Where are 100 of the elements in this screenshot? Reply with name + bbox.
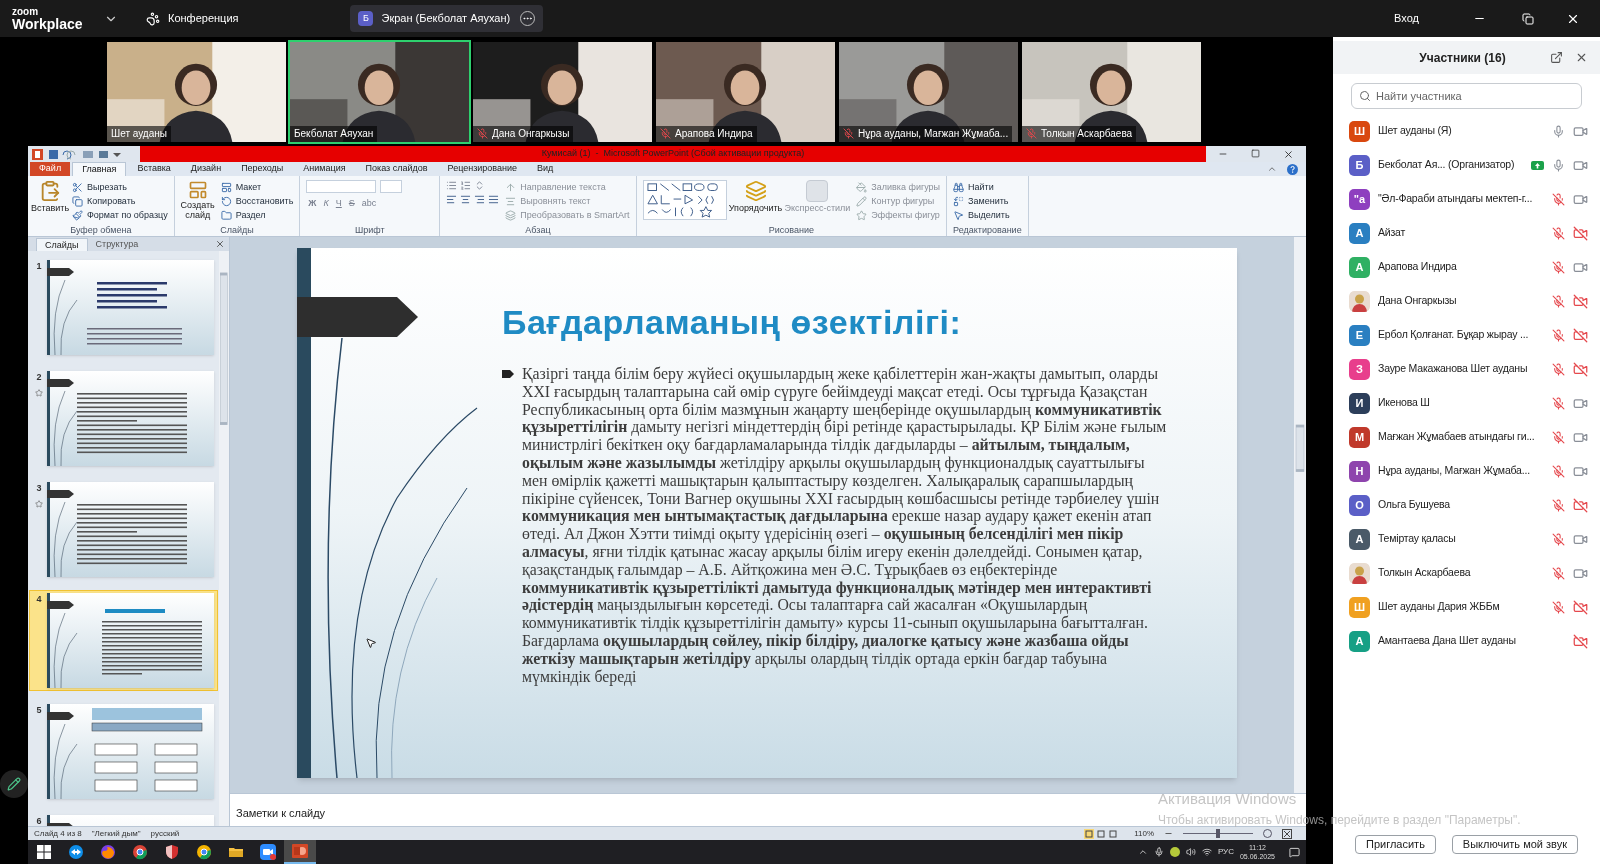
zoom-slider-thumb[interactable] xyxy=(1216,829,1220,838)
participant-row[interactable]: М Мағжан Жұмабаев атындағы ги... xyxy=(1333,420,1600,454)
participant-row[interactable]: И Икенова Ш xyxy=(1333,386,1600,420)
camera-off-icon[interactable] xyxy=(1573,599,1588,615)
font-format-button[interactable]: Ж xyxy=(306,197,319,211)
muted-mic-icon[interactable] xyxy=(1552,532,1565,546)
slide-thumbnail-item[interactable]: 4 xyxy=(29,590,218,691)
select-button[interactable]: Выделить xyxy=(953,208,1010,222)
close-icon[interactable] xyxy=(1575,51,1588,64)
muted-mic-icon[interactable] xyxy=(1552,294,1565,308)
camera-off-icon[interactable] xyxy=(1573,225,1588,241)
new-slide-button[interactable]: Создать слайд xyxy=(180,180,215,224)
search-field[interactable]: Найти участника xyxy=(1351,83,1582,109)
participant-row[interactable]: А Айзат xyxy=(1333,216,1600,250)
slide-thumbnail-item[interactable]: 5 xyxy=(29,701,218,802)
align-center-icon[interactable] xyxy=(460,194,472,205)
restore-icon[interactable] xyxy=(1522,12,1534,25)
align-left-icon[interactable] xyxy=(446,194,458,205)
format-painter-button[interactable]: Формат по образцу xyxy=(72,208,168,222)
camera-off-icon[interactable] xyxy=(1573,293,1588,309)
video-tile[interactable]: Нұра ауданы, Мағжан Жұмаба... xyxy=(837,39,1020,144)
ribbon-tab[interactable]: Переходы xyxy=(232,162,293,176)
slide-thumbnail-item[interactable]: 3 xyxy=(29,479,218,580)
muted-mic-icon[interactable] xyxy=(1552,260,1565,274)
font-size-field[interactable] xyxy=(380,180,403,193)
close-pane-icon[interactable] xyxy=(215,239,225,249)
video-tile[interactable]: Арапова Индира xyxy=(654,39,837,144)
ribbon-tab[interactable]: Рецензирование xyxy=(438,162,527,176)
justify-icon[interactable] xyxy=(488,194,500,205)
slide-thumbnail-item[interactable]: 2 xyxy=(29,368,218,469)
camera-off-icon[interactable] xyxy=(1573,633,1588,649)
camera-off-icon[interactable] xyxy=(1573,497,1588,513)
ribbon-tab[interactable]: Показ слайдов xyxy=(356,162,437,176)
section-button[interactable]: Раздел xyxy=(220,208,294,222)
participant-row[interactable]: Ш Шет ауданы (Я) xyxy=(1333,114,1600,148)
panel-button[interactable]: Пригласить xyxy=(1355,835,1436,854)
participant-row[interactable]: Толкын Аскарбаева xyxy=(1333,556,1600,590)
muted-mic-icon[interactable] xyxy=(1552,600,1565,614)
find-button[interactable]: Найти xyxy=(953,180,1010,194)
pane-tab[interactable]: Структура xyxy=(87,238,147,251)
annotation-button[interactable] xyxy=(0,770,28,798)
reset-button[interactable]: Восстановить xyxy=(220,194,294,208)
participant-row[interactable]: Б Бекболат Ая... (Организатор) xyxy=(1333,148,1600,182)
participant-row[interactable]: А Арапова Индира xyxy=(1333,250,1600,284)
muted-mic-icon[interactable] xyxy=(1552,362,1565,376)
ribbon-tab[interactable]: Дизайн xyxy=(181,162,231,176)
mic-icon[interactable] xyxy=(1153,847,1164,857)
participant-row[interactable]: Е Ербол Қолғанат. Бұқар жырау ... xyxy=(1333,318,1600,352)
pane-tab[interactable]: Слайды xyxy=(36,238,88,251)
slide-thumbnail-item[interactable]: 6 xyxy=(29,812,218,826)
share-pill[interactable]: Б Экран (Бекболат Аяухан) xyxy=(350,5,544,32)
font-format-button[interactable]: S xyxy=(346,197,357,211)
ribbon-tab[interactable]: Главная xyxy=(72,162,127,176)
windows-logo-icon[interactable] xyxy=(37,845,51,859)
muted-mic-icon[interactable] xyxy=(1552,464,1565,478)
muted-mic-icon[interactable] xyxy=(1552,566,1565,580)
video-tile[interactable]: Дана Онгаркызы xyxy=(471,39,654,144)
layout-button[interactable]: Макет xyxy=(220,180,294,194)
participant-row[interactable]: Н Нұра ауданы, Мағжан Жұмаба... xyxy=(1333,454,1600,488)
help-icon[interactable] xyxy=(1287,164,1298,175)
muted-mic-icon[interactable] xyxy=(1552,498,1565,512)
chevron-up-icon[interactable] xyxy=(1137,847,1148,857)
cut-button[interactable]: Вырезать xyxy=(72,180,168,194)
maximize-icon[interactable] xyxy=(1251,148,1260,158)
participant-row[interactable]: А Амантаева Дана Шет ауданы xyxy=(1333,624,1600,658)
align-right-icon[interactable] xyxy=(474,194,486,205)
input-language[interactable]: РУС xyxy=(1217,846,1234,858)
sign-in-link[interactable]: Вход xyxy=(1394,10,1419,27)
panel-button[interactable]: Выключить мой звук xyxy=(1451,835,1578,854)
participant-row[interactable]: З Зауре Макажанова Шет ауданы xyxy=(1333,352,1600,386)
participant-row[interactable]: О Ольга Бушуева xyxy=(1333,488,1600,522)
muted-mic-icon[interactable] xyxy=(1552,192,1565,206)
bullets-icon[interactable] xyxy=(446,180,458,191)
font-format-button[interactable]: Ч xyxy=(333,197,344,211)
numbering-icon[interactable] xyxy=(460,180,472,191)
ribbon-tab[interactable]: Вид xyxy=(528,162,563,176)
pop-out-icon[interactable] xyxy=(1550,51,1563,64)
notes-placeholder[interactable]: Заметки к слайду xyxy=(236,807,326,819)
replace-button[interactable]: Заменить xyxy=(953,194,1010,208)
video-tile[interactable]: Бекболат Аяухан xyxy=(288,39,471,144)
volume-icon[interactable] xyxy=(1185,847,1196,857)
scrollbar-drawing[interactable] xyxy=(219,251,229,826)
ribbon-tab[interactable]: Вставка xyxy=(128,162,180,176)
participant-row[interactable]: Ш Шет ауданы Дария ЖББм xyxy=(1333,590,1600,624)
participant-row[interactable]: А Теміртау қаласы xyxy=(1333,522,1600,556)
video-tile[interactable]: Шет ауданы xyxy=(105,39,288,144)
file-tab[interactable]: Файл xyxy=(30,162,71,176)
muted-mic-icon[interactable] xyxy=(1552,430,1565,444)
scrollbar-drawing[interactable] xyxy=(1294,237,1306,793)
copy-button[interactable]: Копировать xyxy=(72,194,168,208)
notifications-icon[interactable] xyxy=(1289,846,1300,858)
participant-row[interactable]: Дана Онгаркызы xyxy=(1333,284,1600,318)
muted-mic-icon[interactable] xyxy=(1552,396,1565,410)
collapse-ribbon-icon[interactable] xyxy=(1267,164,1277,174)
font-format-button[interactable]: abc xyxy=(359,197,379,211)
meeting-button[interactable]: Конференция xyxy=(146,10,239,27)
camera-off-icon[interactable] xyxy=(1573,327,1588,343)
slide-thumbnail-item[interactable]: 1 xyxy=(29,257,218,358)
participant-row[interactable]: "а "Әл-Фараби атындағы мектеп-г... xyxy=(1333,182,1600,216)
shapes-gallery-drawing[interactable] xyxy=(642,180,727,220)
